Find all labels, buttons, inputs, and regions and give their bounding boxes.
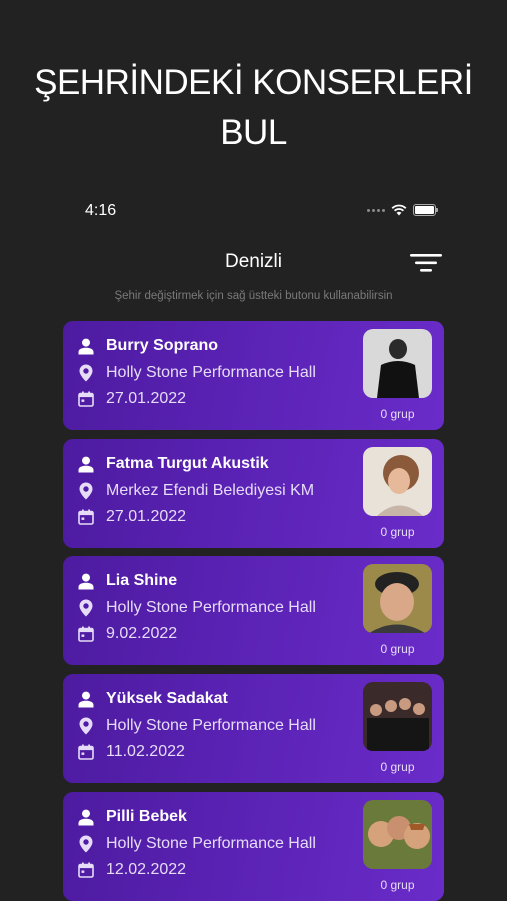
calendar-icon [77,508,95,526]
venue-row: Holly Stone Performance Hall [77,364,316,382]
person-icon [77,690,95,708]
cellular-signal-icon [367,208,385,212]
concert-card[interactable]: Lia Shine Holly Stone Performance Hall 9… [63,556,444,665]
headline-line-2: BUL [220,113,287,152]
date-row: 11.02.2022 [77,743,185,761]
concert-date: 27.01.2022 [106,508,187,525]
headline-line-1: ŞEHRİNDEKİ KONSERLERİ [34,63,473,102]
venue-row: Holly Stone Performance Hall [77,835,316,853]
group-count: 0 grup [380,760,415,774]
artist-photo [363,800,432,869]
venue-row: Merkez Efendi Belediyesi KM [77,482,314,500]
date-row: 27.01.2022 [77,508,186,526]
group-count: 0 grup [380,525,415,539]
artist-row: Burry Soprano [77,337,218,355]
venue-name: Holly Stone Performance Hall [106,835,316,852]
location-pin-icon [77,717,95,735]
group-count: 0 grup [380,642,415,656]
person-icon [77,808,95,826]
concert-card[interactable]: Yüksek Sadakat Holly Stone Performance H… [63,674,444,783]
calendar-icon [77,861,95,879]
artist-name: Pilli Bebek [106,808,187,825]
artist-photo [363,564,432,633]
artist-photo [363,447,432,516]
venue-name: Holly Stone Performance Hall [106,599,316,616]
venue-row: Holly Stone Performance Hall [77,599,316,617]
artist-photo [363,682,432,751]
person-icon [77,337,95,355]
status-bar: 4:16 [0,200,507,224]
venue-row: Holly Stone Performance Hall [77,717,316,735]
artist-name: Fatma Turgut Akustik [106,455,269,472]
artist-row: Pilli Bebek [77,808,187,826]
concert-card[interactable]: Fatma Turgut Akustik Merkez Efendi Beled… [63,439,444,548]
date-row: 12.02.2022 [77,861,186,879]
venue-name: Holly Stone Performance Hall [106,717,316,734]
artist-row: Fatma Turgut Akustik [77,455,269,473]
date-row: 9.02.2022 [77,625,177,643]
calendar-icon [77,743,95,761]
venue-name: Holly Stone Performance Hall [106,364,316,381]
calendar-icon [77,625,95,643]
artist-photo [363,329,432,398]
artist-row: Yüksek Sadakat [77,690,228,708]
location-pin-icon [77,482,95,500]
concert-card[interactable]: Burry Soprano Holly Stone Performance Ha… [63,321,444,430]
person-icon [77,572,95,590]
battery-icon [413,204,438,216]
group-count: 0 grup [380,407,415,421]
wifi-icon [391,204,407,216]
artist-name: Yüksek Sadakat [106,690,228,707]
filter-icon[interactable] [409,252,443,274]
person-icon [77,455,95,473]
location-pin-icon [77,599,95,617]
date-row: 27.01.2022 [77,390,186,408]
status-icons [367,204,438,216]
concert-date: 11.02.2022 [106,743,185,760]
location-pin-icon [77,364,95,382]
concert-date: 9.02.2022 [106,625,178,642]
headline: ŞEHRİNDEKİ KONSERLERİ BUL [0,58,507,158]
group-count: 0 grup [380,878,415,892]
concert-card[interactable]: Pilli Bebek Holly Stone Performance Hall… [63,792,444,901]
location-pin-icon [77,835,95,853]
city-change-hint: Şehir değiştirmek için sağ üstteki buton… [114,290,393,302]
concert-date: 12.02.2022 [106,861,187,878]
venue-name: Merkez Efendi Belediyesi KM [106,482,315,499]
artist-row: Lia Shine [77,572,177,590]
calendar-icon [77,390,95,408]
artist-name: Lia Shine [106,572,178,589]
concert-date: 27.01.2022 [106,390,187,407]
artist-name: Burry Soprano [106,337,219,354]
status-time: 4:16 [85,202,117,219]
